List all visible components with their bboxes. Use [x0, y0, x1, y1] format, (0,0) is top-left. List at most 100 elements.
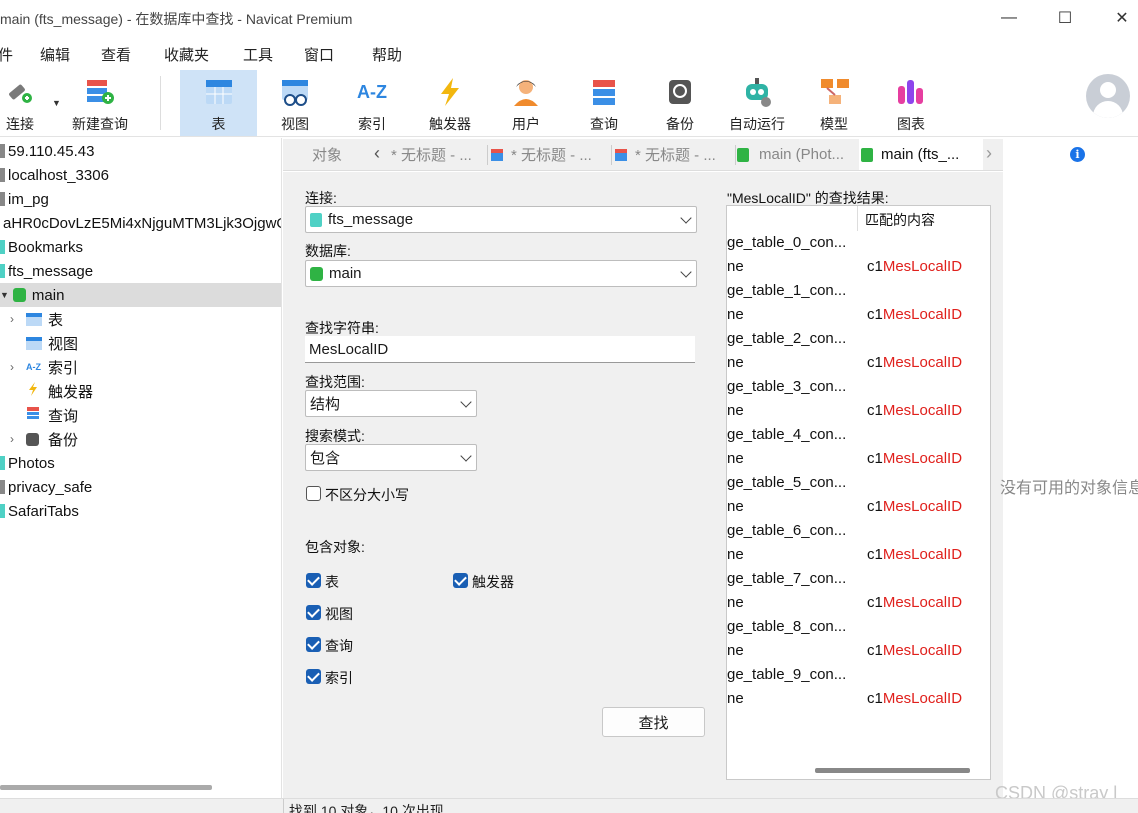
result-object-type[interactable]: ne [727, 306, 744, 323]
tree-connection[interactable]: im_pg [0, 187, 281, 211]
include-table-checkbox[interactable] [306, 573, 321, 588]
result-match-content[interactable]: c1MesLocalID [867, 450, 962, 467]
query-button[interactable]: 查询 [578, 70, 630, 136]
tab-objects[interactable]: 对象 [283, 139, 371, 170]
result-match-content[interactable]: c1MesLocalID [867, 594, 962, 611]
find-button[interactable]: 查找 [602, 707, 705, 737]
result-object-type[interactable]: ne [727, 402, 744, 419]
menu-help[interactable]: 帮助 [372, 44, 402, 65]
tree-connection[interactable]: 59.110.45.43 [0, 139, 281, 163]
menu-edit[interactable]: 编辑 [40, 44, 70, 65]
result-object-name[interactable]: ge_table_2_con... [727, 330, 846, 347]
result-match-content[interactable]: c1MesLocalID [867, 354, 962, 371]
result-object-name[interactable]: ge_table_0_con... [727, 234, 846, 251]
backup-icon [26, 432, 39, 446]
result-match-content[interactable]: c1MesLocalID [867, 546, 962, 563]
tree-item-views[interactable]: 视图 [0, 331, 281, 355]
result-object-name[interactable]: ge_table_9_con... [727, 666, 846, 683]
trigger-button[interactable]: 触发器 [420, 70, 480, 136]
tree-item-queries[interactable]: 查询 [0, 403, 281, 427]
result-object-name[interactable]: ge_table_8_con... [727, 618, 846, 635]
backup-button[interactable]: 备份 [654, 70, 706, 136]
menu-window[interactable]: 窗口 [304, 44, 334, 65]
result-object-type[interactable]: ne [727, 498, 744, 515]
tree-connection[interactable]: Bookmarks [0, 235, 281, 259]
result-object-name[interactable]: ge_table_1_con... [727, 282, 846, 299]
tree-connection[interactable]: Photos [0, 451, 281, 475]
maximize-button[interactable]: ☐ [1042, 0, 1088, 36]
menu-tools[interactable]: 工具 [243, 44, 273, 65]
menu-favorites[interactable]: 收藏夹 [164, 44, 209, 65]
tree-connection[interactable]: aHR0cDovLzE5Mi4xNjguMTM3Ljk3OjgwOTAvaXRz… [0, 211, 281, 235]
menu-file[interactable]: 件 [0, 44, 13, 65]
result-object-name[interactable]: ge_table_4_con... [727, 426, 846, 443]
tree-connection[interactable]: fts_message [0, 259, 281, 283]
include-trigger-checkbox[interactable] [453, 573, 468, 588]
info-icon[interactable]: i [1070, 147, 1085, 162]
include-view-checkbox[interactable] [306, 605, 321, 620]
tab-untitled-3[interactable]: * 无标题 - ... [615, 139, 735, 170]
new-query-button[interactable]: 新建查询 [66, 70, 134, 136]
results-scrollbar[interactable] [815, 768, 970, 773]
result-object-name[interactable]: ge_table_5_con... [727, 474, 846, 491]
chart-button[interactable]: 图表 [884, 70, 938, 136]
result-object-type[interactable]: ne [727, 690, 744, 707]
result-object-name[interactable]: ge_table_3_con... [727, 378, 846, 395]
user-button[interactable]: 用户 [500, 70, 552, 136]
user-avatar[interactable] [1086, 74, 1130, 118]
expand-arrow-icon[interactable]: ▼ [0, 290, 9, 300]
result-object-type[interactable]: ne [727, 354, 744, 371]
result-match-content[interactable]: c1MesLocalID [867, 690, 962, 707]
close-button[interactable]: ✕ [1099, 0, 1138, 36]
tree-item-backups[interactable]: › 备份 [0, 427, 281, 451]
mode-select[interactable]: 包含 [305, 444, 477, 471]
tab-untitled-2[interactable]: * 无标题 - ... [491, 139, 609, 170]
result-match-content[interactable]: c1MesLocalID [867, 498, 962, 515]
result-object-type[interactable]: ne [727, 642, 744, 659]
result-object-name[interactable]: ge_table_7_con... [727, 570, 846, 587]
tab-scroll-left-icon[interactable]: ‹ [374, 143, 380, 164]
case-insensitive-checkbox[interactable] [306, 486, 321, 501]
minimize-button[interactable]: — [986, 0, 1032, 36]
auto-run-button[interactable]: 自动运行 [724, 70, 790, 136]
result-object-type[interactable]: ne [727, 594, 744, 611]
result-match-content[interactable]: c1MesLocalID [867, 306, 962, 323]
connection-select[interactable]: fts_message [305, 206, 697, 233]
table-button[interactable]: 表 [180, 70, 257, 136]
column-header-match[interactable]: 匹配的内容 [865, 210, 935, 230]
chevron-right-icon[interactable]: › [10, 432, 26, 446]
result-match-content[interactable]: c1MesLocalID [867, 258, 962, 275]
chevron-right-icon[interactable]: › [10, 312, 26, 326]
tree-connection[interactable]: SafariTabs [0, 499, 281, 523]
include-index-checkbox[interactable] [306, 669, 321, 684]
result-object-type[interactable]: ne [727, 546, 744, 563]
connect-dropdown-arrow[interactable]: ▼ [52, 98, 61, 108]
result-object-type[interactable]: ne [727, 258, 744, 275]
model-button[interactable]: 模型 [808, 70, 860, 136]
include-query-checkbox[interactable] [306, 637, 321, 652]
result-match-content[interactable]: c1MesLocalID [867, 402, 962, 419]
view-button[interactable]: 视图 [264, 70, 326, 136]
database-select[interactable]: main [305, 260, 697, 287]
result-object-type[interactable]: ne [727, 450, 744, 467]
chevron-right-icon[interactable]: › [10, 360, 26, 374]
scope-select[interactable]: 结构 [305, 390, 477, 417]
tree-connection[interactable]: privacy_safe [0, 475, 281, 499]
tab-main-fts-message[interactable]: main (fts_... [859, 139, 983, 170]
result-match-content[interactable]: c1MesLocalID [867, 642, 962, 659]
tree-item-tables[interactable]: › 表 [0, 307, 281, 331]
menu-view[interactable]: 查看 [101, 44, 131, 65]
tree-item-indexes[interactable]: › A-Z 索引 [0, 355, 281, 379]
tree-item-triggers[interactable]: 触发器 [0, 379, 281, 403]
connect-button[interactable]: 连接 [0, 70, 40, 136]
tab-main-photos[interactable]: main (Phot... [737, 139, 857, 170]
tab-untitled-1[interactable]: * 无标题 - ... [391, 139, 485, 170]
result-object-name[interactable]: ge_table_6_con... [727, 522, 846, 539]
results-list[interactable]: 匹配的内容 ge_table_0_con...ne c1MesLocalID ge_… [726, 205, 991, 780]
tab-scroll-right-icon[interactable]: › [986, 143, 992, 164]
search-string-input[interactable]: MesLocalID [305, 336, 695, 363]
tree-connection[interactable]: localhost_3306 [0, 163, 281, 187]
index-button[interactable]: A-Z 索引 [342, 70, 402, 136]
tree-database-main[interactable]: ▼ main [0, 283, 281, 307]
tree-scrollbar[interactable] [0, 785, 212, 790]
